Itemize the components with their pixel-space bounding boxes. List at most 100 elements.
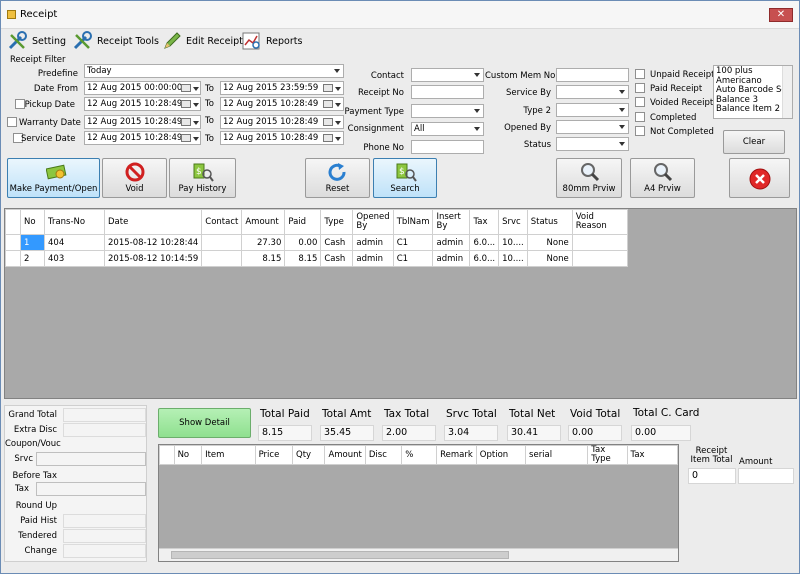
cell-no[interactable]: 1 [20, 234, 45, 251]
receipt-no-input[interactable] [411, 85, 484, 99]
cell-no[interactable]: 2 [20, 250, 45, 267]
cell-amount[interactable]: 8.15 [241, 250, 286, 267]
calendar-icon[interactable] [323, 100, 333, 108]
calendar-icon[interactable] [181, 134, 191, 142]
preview-80mm-button[interactable]: 80mm Prviw [556, 158, 622, 198]
col-header[interactable]: % [401, 445, 438, 465]
col-header[interactable]: Paid [284, 209, 322, 235]
receipt-tools-menu[interactable]: Receipt Tools [72, 31, 159, 51]
col-header[interactable]: Status [526, 209, 573, 235]
cell-type[interactable]: Cash [320, 234, 354, 251]
cell-paid[interactable]: 8.15 [284, 250, 322, 267]
cell-tblnam[interactable]: C1 [392, 250, 434, 267]
calendar-icon[interactable] [181, 100, 191, 108]
chevron-down-icon[interactable] [193, 121, 199, 125]
table-row[interactable]: 1 404 2015-08-12 10:28:44 27.30 0.00 Cas… [5, 234, 628, 251]
col-header[interactable]: TblNam [392, 209, 434, 235]
cell-amount[interactable]: 27.30 [241, 234, 286, 251]
completed-checkbox[interactable] [635, 112, 645, 122]
consignment-select[interactable]: All [411, 122, 484, 136]
receipt-items-grid[interactable]: No Item Price Qty Amount Disc % Remark O… [158, 444, 679, 562]
cell-srvc[interactable]: 10.... [498, 250, 528, 267]
edit-receipt-menu[interactable]: Edit Receipt [161, 31, 243, 51]
make-payment-button[interactable]: Make Payment/Open [7, 158, 100, 198]
list-item[interactable]: Balance Item 2 [716, 104, 790, 115]
reset-button[interactable]: Reset [305, 158, 370, 198]
cell-insert-by[interactable]: admin [432, 234, 471, 251]
horizontal-scrollbar[interactable] [159, 548, 678, 561]
cell-trans-no[interactable]: 404 [44, 234, 105, 251]
cell-status[interactable]: None [526, 250, 573, 267]
col-header[interactable]: serial [525, 445, 589, 465]
search-button[interactable]: $ Search [373, 158, 437, 198]
col-header[interactable]: Trans-No [44, 209, 105, 235]
col-header[interactable]: Tax [626, 445, 679, 465]
cell-status[interactable]: None [526, 234, 573, 251]
show-detail-button[interactable]: Show Detail [158, 408, 251, 438]
col-header[interactable]: Type [320, 209, 354, 235]
cell-contact[interactable] [201, 234, 243, 251]
service-by-select[interactable] [556, 85, 629, 99]
calendar-icon[interactable] [323, 84, 333, 92]
calendar-icon[interactable] [323, 118, 333, 126]
custom-mem-input[interactable] [556, 68, 629, 82]
warranty-date-checkbox[interactable] [7, 117, 17, 127]
voided-receipt-checkbox[interactable] [635, 97, 645, 107]
col-header[interactable]: Qty [292, 445, 326, 465]
col-header[interactable]: Insert By [432, 209, 471, 235]
col-header[interactable]: Disc [364, 445, 403, 465]
col-header[interactable]: Srvc [498, 209, 528, 235]
listbox-scrollbar[interactable] [782, 66, 792, 118]
clear-button[interactable]: Clear [723, 130, 785, 154]
cell-type[interactable]: Cash [320, 250, 354, 267]
cell-trans-no[interactable]: 403 [44, 250, 105, 267]
cell-void-reason[interactable] [571, 250, 628, 267]
cell-date[interactable]: 2015-08-12 10:28:44 [103, 234, 203, 251]
cell-void-reason[interactable] [571, 234, 628, 251]
type2-select[interactable] [556, 103, 629, 117]
paid-receipt-checkbox[interactable] [635, 83, 645, 93]
col-header[interactable]: Option [475, 445, 527, 465]
preview-a4-button[interactable]: A4 Prviw [630, 158, 695, 198]
col-header[interactable]: Item [201, 445, 256, 465]
calendar-icon[interactable] [181, 118, 191, 126]
status-select[interactable] [556, 137, 629, 151]
cell-tax[interactable]: 6.0... [469, 250, 500, 267]
chevron-down-icon[interactable] [193, 87, 199, 91]
col-header[interactable]: Opened By [352, 209, 394, 235]
cell-opened-by[interactable]: admin [352, 234, 394, 251]
col-header[interactable]: Void Reason [571, 209, 628, 235]
col-header[interactable]: Tax [469, 209, 500, 235]
cell-tblnam[interactable]: C1 [392, 234, 434, 251]
not-completed-checkbox[interactable] [635, 126, 645, 136]
item-listbox[interactable]: 100 plus Americano Auto Barcode Sc Balan… [713, 65, 793, 119]
close-button[interactable]: ✕ [769, 8, 793, 22]
table-row[interactable]: 2 403 2015-08-12 10:14:59 8.15 8.15 Cash… [5, 250, 628, 267]
predefine-select[interactable]: Today [84, 64, 344, 78]
chevron-down-icon[interactable] [193, 137, 199, 141]
col-header[interactable]: Date [103, 209, 203, 235]
cell-opened-by[interactable]: admin [352, 250, 394, 267]
col-header[interactable]: Remark [436, 445, 477, 465]
unpaid-receipt-checkbox[interactable] [635, 69, 645, 79]
calendar-icon[interactable] [323, 134, 333, 142]
exit-button[interactable] [729, 158, 790, 198]
cell-tax[interactable]: 6.0... [469, 234, 500, 251]
col-header[interactable]: Price [254, 445, 294, 465]
row-selector[interactable] [5, 234, 21, 251]
reports-menu[interactable]: Reports [241, 31, 302, 51]
chevron-down-icon[interactable] [335, 137, 341, 141]
payment-type-select[interactable] [411, 104, 484, 118]
col-header[interactable]: Amount [241, 209, 286, 235]
calendar-icon[interactable] [181, 84, 191, 92]
cell-insert-by[interactable]: admin [432, 250, 471, 267]
receipts-grid[interactable]: No Trans-No Date Contact Amount Paid Typ… [4, 208, 797, 399]
cell-srvc[interactable]: 10.... [498, 234, 528, 251]
setting-menu[interactable]: Setting [7, 31, 66, 51]
col-header[interactable]: Tax Type [587, 445, 628, 465]
contact-select[interactable] [411, 68, 484, 82]
col-header[interactable]: Contact [201, 209, 243, 235]
pay-history-button[interactable]: $ Pay History [169, 158, 236, 198]
col-header[interactable]: Amount [324, 445, 366, 465]
scrollbar-thumb[interactable] [171, 551, 509, 559]
